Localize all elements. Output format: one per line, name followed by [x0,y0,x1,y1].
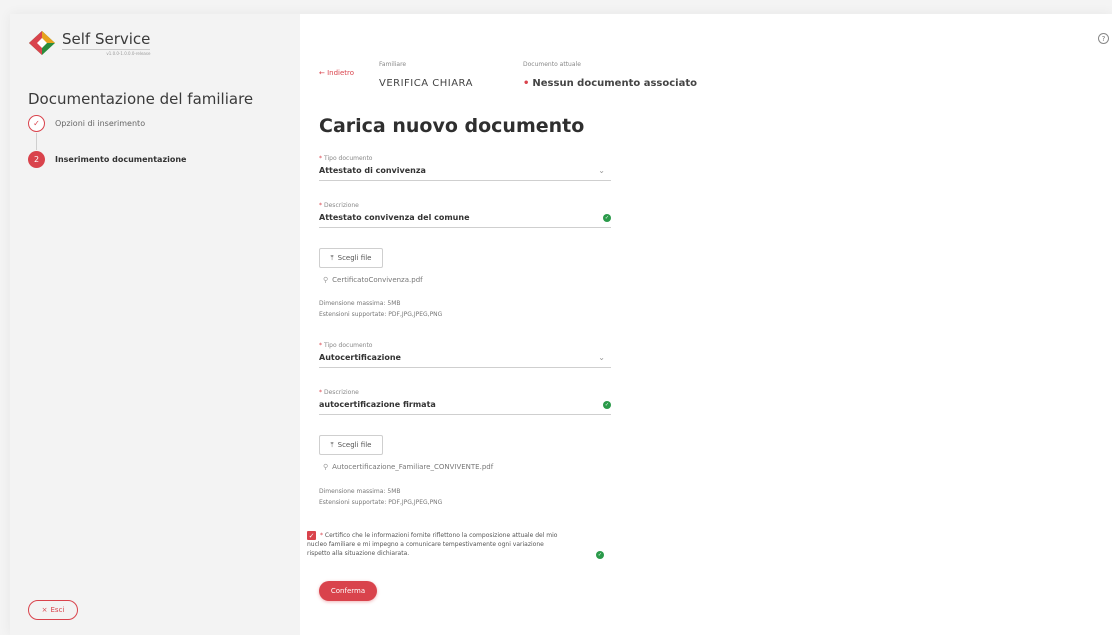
app-name: Self Service [62,30,151,50]
step-opzioni-inserimento[interactable]: ✓ Opzioni di inserimento [28,115,145,132]
documento-status-text: Nessun documento associato [532,78,697,89]
chevron-down-icon: ⌄ [598,353,605,362]
valid-check-icon: ✓ [603,401,611,409]
step-connector [36,133,37,150]
field-label: Descrizione [324,389,359,396]
back-link[interactable]: ← Indietro [319,69,354,77]
field-label: Descrizione [324,202,359,209]
field-value: Attestato di convivenza [319,166,426,175]
file-name: CertificatoConvivenza.pdf [332,276,423,284]
field-label: Tipo documento [324,342,373,349]
field-value: autocertificazione firmata [319,400,436,409]
valid-check-icon: ✓ [603,214,611,222]
certification-checkbox[interactable]: ✓ [307,531,316,540]
extensions-info-1: Estensioni supportate: PDF,JPG,JPEG,PNG [319,311,443,318]
tipo-documento-select-2[interactable]: * Tipo documento Autocertificazione ⌄ [319,342,611,368]
logo-icon [29,31,55,55]
step-label: Opzioni di inserimento [55,119,146,128]
paperclip-icon: ⚲ [323,463,329,471]
page-title: Carica nuovo documento [319,115,585,137]
exit-label: Esci [50,606,65,614]
descrizione-input-1[interactable]: * Descrizione Attestato convivenza del co… [319,202,611,228]
file-name: Autocertificazione_Familiare_CONVIVENTE.… [332,463,494,471]
exit-button[interactable]: × Esci [28,600,78,620]
step-number: 2 [28,151,45,168]
upload-icon: ⤒ [330,440,334,449]
tipo-documento-select-1[interactable]: * Tipo documento Attestato di convivenza … [319,155,611,181]
chevron-down-icon: ⌄ [598,166,605,175]
extensions-info-2: Estensioni supportate: PDF,JPG,JPEG,PNG [319,499,443,506]
certification-text: * Certifico che le informazioni fornite … [307,532,558,557]
documento-value: • Nessun documento associato [523,78,697,89]
documento-label: Documento attuale [523,61,581,68]
sidebar: Self Service v1.0.0-1.0.0.0-release Docu… [10,14,300,635]
max-size-info-2: Dimensione massima: 5MB [319,488,401,495]
app-version: v1.0.0-1.0.0.0-release [106,51,151,56]
attached-file-2: ⚲ Autocertificazione_Familiare_CONVIVENTE… [323,463,493,471]
familiare-label: Familiare [379,61,407,68]
descrizione-input-2[interactable]: * Descrizione autocertificazione firmata … [319,389,611,415]
app-logo[interactable]: Self Service v1.0.0-1.0.0.0-release [28,30,151,56]
step-done-icon: ✓ [28,115,45,132]
app-window: Self Service v1.0.0-1.0.0.0-release Docu… [10,14,1112,635]
confirm-button[interactable]: Conferma [319,581,377,601]
choose-file-label: Scegli file [337,441,372,449]
upload-icon: ⤒ [330,253,334,262]
familiare-value: VERIFICA CHIARA [379,78,473,89]
certification-statement: Certifico che le informazioni fornite ri… [307,532,558,557]
status-dot-icon: • [523,78,530,89]
field-label: Tipo documento [324,155,373,162]
help-icon[interactable]: ? [1098,33,1109,44]
field-value: Autocertificazione [319,353,401,362]
max-size-info-1: Dimensione massima: 5MB [319,300,401,307]
paperclip-icon: ⚲ [323,276,329,284]
choose-file-label: Scegli file [337,254,372,262]
valid-check-icon: ✓ [596,551,604,559]
step-label: Inserimento documentazione [55,155,187,164]
field-value: Attestato convivenza del comune [319,213,470,222]
close-icon: × [41,606,48,614]
choose-file-button-1[interactable]: ⤒ Scegli file [319,248,383,268]
attached-file-1: ⚲ CertificatoConvivenza.pdf [323,276,423,284]
choose-file-button-2[interactable]: ⤒ Scegli file [319,435,383,455]
sidebar-title: Documentazione del familiare [28,90,254,108]
step-inserimento-documentazione[interactable]: 2 Inserimento documentazione [28,151,186,168]
